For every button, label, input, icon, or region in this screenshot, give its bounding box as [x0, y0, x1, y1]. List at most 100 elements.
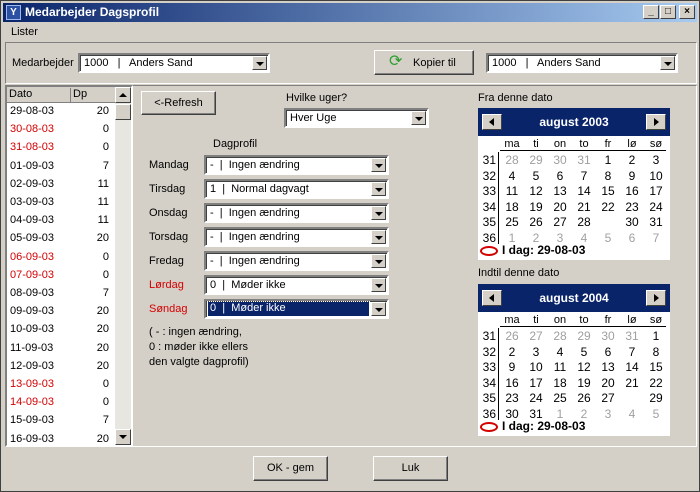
calendar-day[interactable]: 5 — [644, 407, 668, 421]
chevron-down-icon[interactable] — [371, 182, 386, 196]
calendar-day[interactable]: 28 — [500, 153, 524, 167]
calendar-day[interactable]: 27 — [548, 215, 572, 229]
calendar-day[interactable]: 4 — [620, 407, 644, 421]
calendar-day[interactable]: 8 — [644, 345, 668, 359]
calendar-day[interactable]: 29 — [596, 214, 620, 229]
calendar-day[interactable]: 13 — [596, 360, 620, 374]
to-calendar[interactable]: august 2004 ma ti on to fr lø sø 31 32 33 34 35 36 26 2… — [478, 284, 670, 436]
calendar-day[interactable]: 31 — [644, 215, 668, 229]
calendar-day[interactable]: 27 — [596, 391, 620, 405]
day-profile-select[interactable]: - | Ingen ændring — [204, 155, 389, 175]
day-profile-select[interactable]: - | Ingen ændring — [204, 227, 389, 247]
list-item[interactable]: 12-09-03 20 — [7, 359, 115, 375]
calendar-day[interactable]: 16 — [620, 184, 644, 198]
calendar-day[interactable]: 4 — [548, 345, 572, 359]
chevron-down-icon[interactable] — [411, 111, 426, 125]
calendar-day[interactable]: 25 — [500, 215, 524, 229]
day-profile-select[interactable]: 1 | Normal dagvagt — [204, 179, 389, 199]
calendar-day[interactable]: 16 — [500, 376, 524, 390]
next-month-icon[interactable] — [646, 114, 666, 130]
copy-to-button[interactable]: ⟳ Kopier til — [374, 50, 474, 75]
calendar-day[interactable]: 14 — [620, 360, 644, 374]
calendar-day[interactable]: 1 — [596, 153, 620, 167]
calendar-day[interactable]: 29 — [524, 153, 548, 167]
calendar-day[interactable]: 1 — [644, 329, 668, 343]
calendar-day[interactable]: 2 — [620, 153, 644, 167]
calendar-day[interactable]: 10 — [524, 360, 548, 374]
minimize-button[interactable]: _ — [643, 5, 659, 19]
day-profile-select[interactable]: 0 | Møder ikke — [204, 299, 389, 319]
calendar-day[interactable]: 11 — [500, 184, 524, 198]
date-list[interactable]: Dato Dp 29-08-03 20 30-08-03 0 31-08-03 0 01-0… — [5, 85, 133, 447]
list-item[interactable]: 15-09-03 7 — [7, 413, 115, 429]
list-item[interactable]: 09-09-03 20 — [7, 304, 115, 320]
calendar-day[interactable]: 31 — [572, 153, 596, 167]
calendar-day[interactable]: 8 — [596, 169, 620, 183]
calendar-day[interactable]: 30 — [596, 329, 620, 343]
calendar-day[interactable]: 27 — [524, 329, 548, 343]
today-link[interactable]: I dag: 29-08-03 — [480, 419, 585, 433]
calendar-day[interactable]: 17 — [524, 376, 548, 390]
calendar-day[interactable]: 6 — [548, 169, 572, 183]
close-button[interactable]: Luk — [373, 456, 448, 481]
calendar-day[interactable]: 15 — [596, 184, 620, 198]
next-month-icon[interactable] — [646, 290, 666, 306]
calendar-day[interactable]: 24 — [644, 200, 668, 214]
ok-save-button[interactable]: OK - gem — [253, 456, 328, 481]
scroll-thumb[interactable] — [115, 104, 131, 120]
calendar-day[interactable]: 29 — [572, 329, 596, 343]
calendar-day[interactable]: 3 — [596, 407, 620, 421]
scroll-up-icon[interactable] — [115, 87, 131, 103]
calendar-day[interactable]: 11 — [548, 360, 572, 374]
list-scrollbar[interactable] — [115, 87, 131, 445]
scroll-down-icon[interactable] — [115, 429, 131, 445]
chevron-down-icon[interactable] — [371, 206, 386, 220]
calendar-day[interactable]: 5 — [524, 169, 548, 183]
calendar-day[interactable]: 26 — [524, 215, 548, 229]
day-profile-select[interactable]: - | Ingen ændring — [204, 203, 389, 223]
list-item[interactable]: 16-09-03 20 — [7, 432, 115, 445]
calendar-day[interactable]: 9 — [620, 169, 644, 183]
today-link[interactable]: I dag: 29-08-03 — [480, 243, 585, 257]
calendar-day[interactable]: 6 — [596, 345, 620, 359]
calendar-day[interactable]: 30 — [548, 153, 572, 167]
list-item[interactable]: 10-09-03 20 — [7, 322, 115, 338]
chevron-down-icon[interactable] — [660, 56, 675, 70]
list-item[interactable]: 04-09-03 11 — [7, 213, 115, 229]
calendar-day[interactable]: 12 — [524, 184, 548, 198]
calendar-day[interactable]: 19 — [524, 200, 548, 214]
chevron-down-icon[interactable] — [371, 254, 386, 268]
menu-lister[interactable]: Lister — [11, 26, 38, 38]
list-item[interactable]: 13-09-03 0 — [7, 377, 115, 393]
list-item[interactable]: 01-09-03 7 — [7, 159, 115, 175]
calendar-day[interactable]: 10 — [644, 169, 668, 183]
weeks-select[interactable]: Hver Uge — [284, 108, 429, 128]
calendar-day[interactable]: 4 — [500, 169, 524, 183]
list-item[interactable]: 05-09-03 20 — [7, 231, 115, 247]
calendar-day[interactable]: 20 — [596, 376, 620, 390]
calendar-day[interactable]: 26 — [572, 391, 596, 405]
calendar-day[interactable]: 24 — [524, 391, 548, 405]
list-item[interactable]: 14-09-03 0 — [7, 395, 115, 411]
list-item[interactable]: 29-08-03 20 — [7, 104, 115, 120]
calendar-day[interactable]: 26 — [500, 329, 524, 343]
calendar-day[interactable]: 7 — [620, 345, 644, 359]
calendar-day[interactable]: 12 — [572, 360, 596, 374]
calendar-day[interactable]: 31 — [620, 329, 644, 343]
calendar-day[interactable]: 5 — [596, 231, 620, 245]
chevron-down-icon[interactable] — [371, 158, 386, 172]
chevron-down-icon[interactable] — [371, 302, 386, 316]
calendar-day[interactable]: 9 — [500, 360, 524, 374]
column-header-dp[interactable]: Dp — [73, 88, 87, 100]
calendar-day[interactable]: 30 — [620, 215, 644, 229]
column-header-date[interactable]: Dato — [9, 88, 71, 103]
chevron-down-icon[interactable] — [371, 278, 386, 292]
day-profile-select[interactable]: 0 | Møder ikke — [204, 275, 389, 295]
calendar-day[interactable]: 17 — [644, 184, 668, 198]
target-employee-select[interactable]: 1000 | Anders Sand — [486, 53, 678, 73]
calendar-day[interactable]: 18 — [548, 376, 572, 390]
chevron-down-icon[interactable] — [252, 56, 267, 70]
list-item[interactable]: 08-09-03 7 — [7, 286, 115, 302]
list-item[interactable]: 07-09-03 0 — [7, 268, 115, 284]
employee-select[interactable]: 1000 | Anders Sand — [78, 53, 270, 73]
